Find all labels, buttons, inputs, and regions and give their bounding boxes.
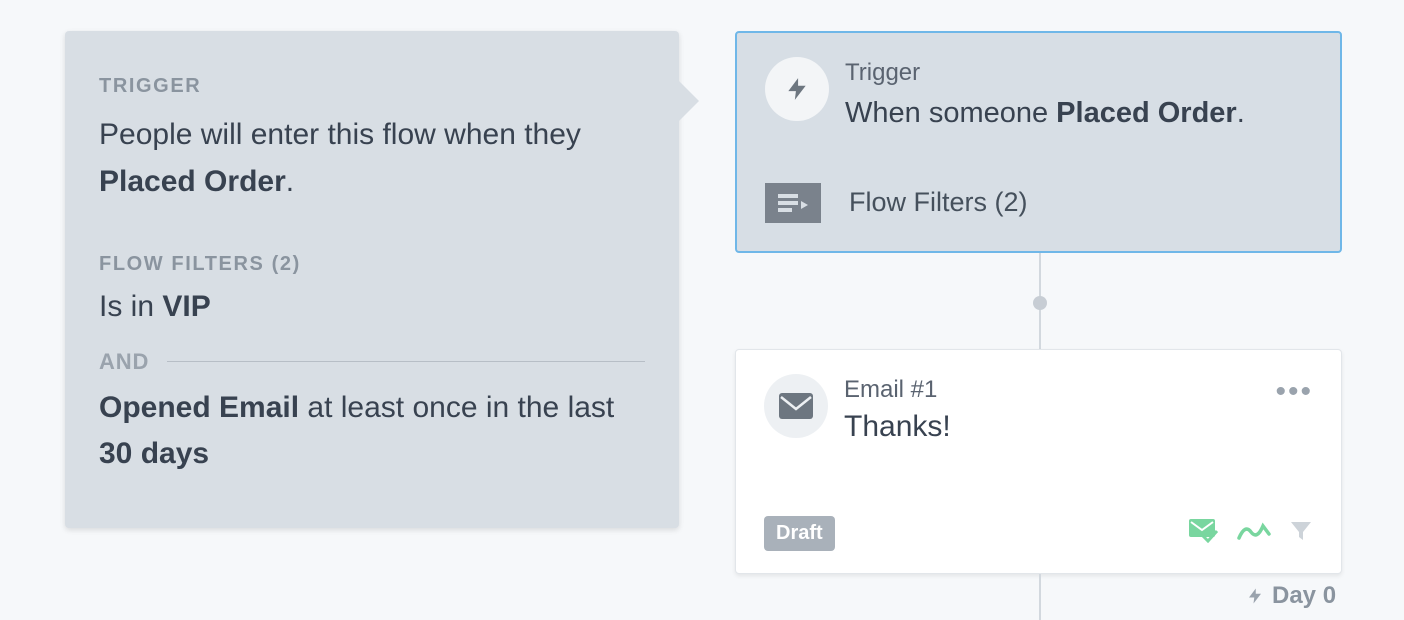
email-card-label: Email #1: [844, 374, 951, 404]
trigger-body-post: .: [1237, 97, 1245, 129]
trigger-text-post: .: [286, 165, 294, 198]
more-menu-icon[interactable]: •••: [1275, 384, 1313, 399]
email-card[interactable]: Email #1 Thanks! ••• Draft: [735, 349, 1342, 574]
filter2-bold2: 30 days: [99, 437, 209, 470]
status-badge: Draft: [764, 516, 835, 551]
email-icon: [764, 374, 828, 438]
flow-filters-row[interactable]: Flow Filters (2): [765, 183, 1312, 223]
day-label-text: Day 0: [1272, 582, 1336, 610]
and-divider: [167, 361, 645, 362]
and-separator: AND: [99, 349, 645, 375]
trigger-section-label: TRIGGER: [99, 75, 645, 98]
delivered-icon[interactable]: [1189, 519, 1219, 548]
trigger-text-pre: People will enter this flow when they: [99, 118, 581, 151]
email-subject: Thanks!: [844, 410, 951, 444]
trigger-card-body: When someone Placed Order.: [845, 94, 1245, 133]
filter-line-2: Opened Email at least once in the last 3…: [99, 385, 645, 478]
connector-dot[interactable]: [1033, 296, 1047, 310]
trigger-tooltip: TRIGGER People will enter this flow when…: [65, 31, 679, 528]
and-label: AND: [99, 349, 149, 375]
filter2-mid: at least once in the last: [299, 391, 614, 424]
filter-line-1: Is in VIP: [99, 284, 645, 331]
trigger-text-bold: Placed Order: [99, 165, 286, 198]
flow-filters-section-label: FLOW FILTERS (2): [99, 253, 645, 276]
trigger-body-pre: When someone: [845, 97, 1056, 129]
filter-list-icon: [765, 183, 821, 223]
flow-filters-text: Flow Filters (2): [849, 187, 1028, 218]
trigger-card[interactable]: Trigger When someone Placed Order. Flow …: [735, 31, 1342, 253]
day-label: Day 0: [1246, 582, 1336, 610]
trigger-body-bold: Placed Order: [1056, 97, 1237, 129]
trigger-card-label: Trigger: [845, 57, 1245, 88]
trigger-description: People will enter this flow when they Pl…: [99, 112, 645, 205]
lightning-small-icon: [1246, 585, 1264, 607]
filter1-pre: Is in: [99, 290, 162, 323]
email-status-icons: [1189, 519, 1313, 548]
analytics-icon[interactable]: [1237, 520, 1271, 547]
filter-funnel-icon[interactable]: [1289, 519, 1313, 548]
filter2-bold1: Opened Email: [99, 391, 299, 424]
filter1-bold: VIP: [162, 290, 210, 323]
lightning-icon: [765, 57, 829, 121]
connector-line-2: [1039, 574, 1041, 620]
